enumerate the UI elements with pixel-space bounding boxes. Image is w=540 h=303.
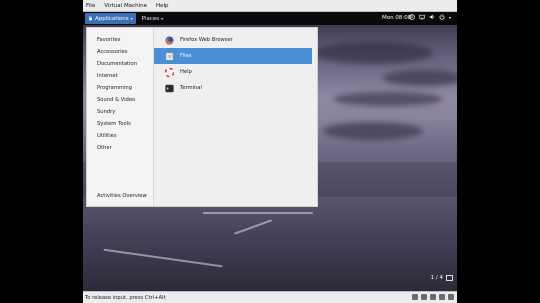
display-icon[interactable]: [448, 294, 454, 300]
system-tray[interactable]: ▾: [409, 14, 451, 20]
activities-overview-link[interactable]: Activities Overview: [97, 193, 147, 199]
places-label: Places: [141, 15, 160, 22]
category-list: Favorites Accessories Documentation Inte…: [87, 28, 154, 206]
chevron-down-icon: ▾: [130, 16, 133, 21]
volume-icon[interactable]: [429, 14, 435, 20]
host-menu-virtual-machine[interactable]: Virtual Machine: [104, 3, 147, 9]
panel-clock[interactable]: Mon 08:08: [382, 15, 411, 21]
gnome-foot-icon: [89, 16, 92, 21]
category-utilities[interactable]: Utilities: [87, 130, 153, 142]
guest-desktop: Applications ▾ Places ▾ Mon 08:08 ▾ Favo…: [83, 12, 457, 291]
chevron-down-icon[interactable]: ▾: [449, 15, 451, 20]
app-item-terminal[interactable]: Terminal: [154, 80, 317, 96]
workspace-indicator[interactable]: 1 / 4: [413, 271, 453, 284]
wallpaper-cloud: [323, 122, 423, 140]
wallpaper-cloud: [313, 42, 433, 64]
category-system-tools[interactable]: System Tools: [87, 118, 153, 130]
app-item-firefox[interactable]: Firefox Web Browser: [154, 32, 317, 48]
application-list: Firefox Web Browser Files Help Terminal: [154, 28, 317, 206]
app-label: Firefox Web Browser: [180, 37, 233, 43]
category-programming[interactable]: Programming: [87, 82, 153, 94]
host-status-bar: To release input, press Ctrl+Alt: [83, 291, 457, 303]
category-internet[interactable]: Internet: [87, 70, 153, 82]
wallpaper-wave: [203, 212, 313, 214]
network-adapter-icon[interactable]: [439, 294, 445, 300]
category-sundry[interactable]: Sundry: [87, 106, 153, 118]
app-label: Files: [180, 53, 192, 59]
category-accessories[interactable]: Accessories: [87, 46, 153, 58]
release-input-message: To release input, press Ctrl+Alt: [85, 294, 166, 301]
device-status-icons: [412, 294, 454, 300]
power-icon[interactable]: [439, 14, 445, 20]
applications-menu-button[interactable]: Applications ▾: [85, 13, 136, 24]
terminal-icon: [164, 83, 174, 93]
accessibility-icon[interactable]: [409, 14, 415, 20]
files-icon: [164, 51, 174, 61]
app-label: Help: [180, 69, 192, 75]
category-documentation[interactable]: Documentation: [87, 58, 153, 70]
app-item-help[interactable]: Help: [154, 64, 317, 80]
harddisk-icon[interactable]: [412, 294, 418, 300]
applications-label: Applications: [95, 15, 129, 22]
category-sound-video[interactable]: Sound & Video: [87, 94, 153, 106]
applications-menu: Favorites Accessories Documentation Inte…: [86, 27, 318, 207]
workspace-icon: [446, 274, 453, 281]
host-menu-file[interactable]: File: [86, 3, 95, 9]
usb-icon[interactable]: [430, 294, 436, 300]
wallpaper-cloud: [383, 70, 457, 86]
chevron-down-icon: ▾: [161, 16, 164, 21]
app-label: Terminal: [180, 85, 202, 91]
app-item-files[interactable]: Files: [154, 48, 312, 64]
places-menu-button[interactable]: Places ▾: [142, 16, 164, 22]
firefox-icon: [164, 35, 174, 45]
host-menubar: File Virtual Machine Help: [83, 0, 457, 12]
network-icon[interactable]: [419, 14, 425, 20]
optical-drive-icon[interactable]: [421, 294, 427, 300]
screen: File Virtual Machine Help Applications ▾…: [0, 0, 540, 303]
guest-top-panel: Applications ▾ Places ▾ Mon 08:08 ▾: [83, 12, 457, 25]
wallpaper-cloud: [333, 92, 443, 106]
category-other[interactable]: Other: [87, 142, 153, 154]
workspace-label: 1 / 4: [430, 274, 443, 281]
category-favorites[interactable]: Favorites: [87, 34, 153, 46]
host-menu-help[interactable]: Help: [156, 3, 169, 9]
help-icon: [164, 67, 174, 77]
